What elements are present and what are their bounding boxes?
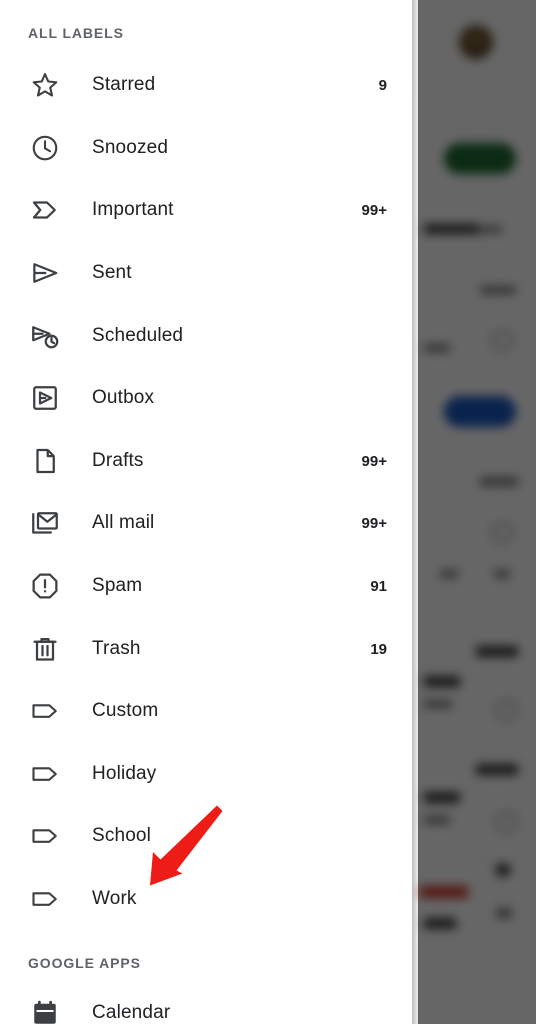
all-mail-icon: [28, 506, 62, 540]
sidebar-item-label: Holiday: [92, 763, 157, 784]
spam-report-icon: [28, 569, 62, 603]
sidebar-item-label: Sent: [92, 262, 132, 283]
star-icon: [28, 68, 62, 102]
clock-icon: [28, 131, 62, 165]
sidebar-item-scheduled[interactable]: Scheduled: [0, 311, 412, 361]
sidebar-item-label: School: [92, 825, 151, 846]
sidebar-item-count: 99+: [361, 452, 387, 470]
important-chevron-icon: [28, 193, 62, 227]
sidebar-item-count: 19: [370, 640, 387, 658]
sidebar-item-calendar[interactable]: Calendar: [0, 988, 412, 1024]
sidebar-item-label: All mail: [92, 512, 155, 533]
sidebar-item-label: Spam: [92, 575, 143, 596]
sidebar-item-holiday[interactable]: Holiday: [0, 749, 412, 799]
sidebar-item-label: Outbox: [92, 387, 155, 408]
sidebar-item-starred[interactable]: Starred 9: [0, 60, 412, 110]
outbox-icon: [28, 381, 62, 415]
drawer-edge-shadow: [412, 0, 420, 1024]
draft-document-icon: [28, 444, 62, 478]
sidebar-item-snoozed[interactable]: Snoozed: [0, 123, 412, 173]
sidebar-item-school[interactable]: School: [0, 811, 412, 861]
navigation-drawer: ALL LABELS Starred 9 Snoozed Important 9…: [0, 0, 412, 1024]
sidebar-item-label: Scheduled: [92, 325, 184, 346]
section-header-google-apps: GOOGLE APPS: [28, 955, 141, 971]
label-tag-icon: [28, 694, 62, 728]
send-icon: [28, 256, 62, 290]
sidebar-item-outbox[interactable]: Outbox: [0, 373, 412, 423]
scheduled-send-icon: [28, 319, 62, 353]
sidebar-item-count: 91: [370, 577, 387, 595]
drawer-scrim-overlay[interactable]: [418, 0, 536, 1024]
sidebar-item-count: 9: [378, 76, 387, 94]
section-header-all-labels: ALL LABELS: [28, 25, 124, 41]
sidebar-item-drafts[interactable]: Drafts 99+: [0, 436, 412, 486]
label-tag-icon: [28, 882, 62, 916]
sidebar-item-count: 99+: [361, 201, 387, 219]
sidebar-item-sent[interactable]: Sent: [0, 248, 412, 298]
sidebar-item-custom[interactable]: Custom: [0, 686, 412, 736]
sidebar-item-spam[interactable]: Spam 91: [0, 561, 412, 611]
sidebar-item-label: Important: [92, 199, 174, 220]
sidebar-item-label: Work: [92, 888, 137, 909]
trash-icon: [28, 632, 62, 666]
mobile-screen: ALL LABELS Starred 9 Snoozed Important 9…: [0, 0, 536, 1024]
sidebar-item-label: Starred: [92, 74, 156, 95]
sidebar-item-important[interactable]: Important 99+: [0, 185, 412, 235]
sidebar-item-count: 99+: [361, 514, 387, 532]
sidebar-item-trash[interactable]: Trash 19: [0, 624, 412, 674]
calendar-icon: [28, 996, 62, 1024]
sidebar-item-label: Trash: [92, 638, 141, 659]
sidebar-item-all-mail[interactable]: All mail 99+: [0, 498, 412, 548]
sidebar-item-work[interactable]: Work: [0, 874, 412, 924]
sidebar-item-label: Custom: [92, 700, 159, 721]
label-tag-icon: [28, 757, 62, 791]
sidebar-item-label: Drafts: [92, 450, 144, 471]
label-tag-icon: [28, 819, 62, 853]
sidebar-item-label: Snoozed: [92, 137, 169, 158]
sidebar-item-label: Calendar: [92, 1002, 171, 1023]
